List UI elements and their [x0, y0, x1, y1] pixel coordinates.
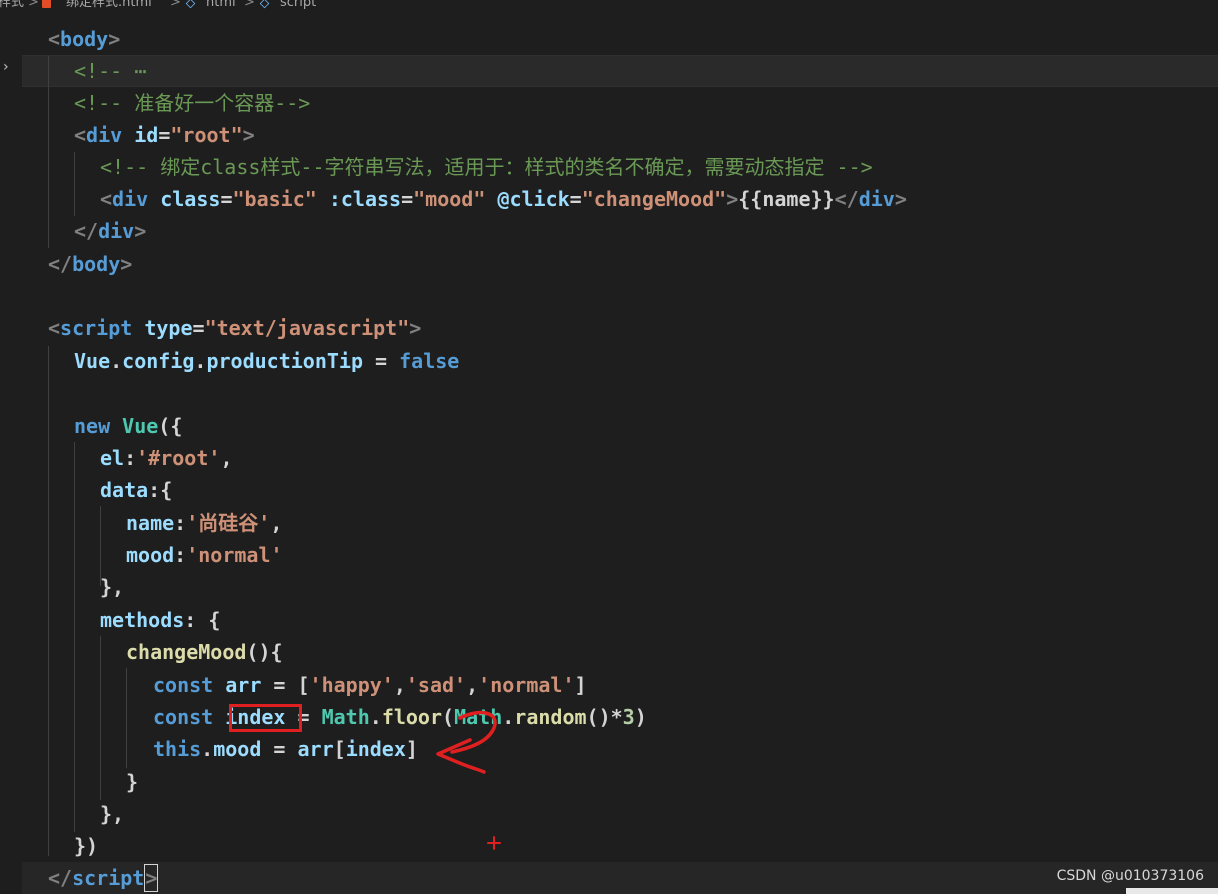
indent-guide	[74, 152, 75, 216]
punctuation: },	[100, 575, 125, 599]
breadcrumb-separator: >	[170, 0, 181, 10]
string-literal: 'normal'	[478, 673, 575, 697]
string-literal: '#root'	[136, 446, 221, 470]
breadcrumb: 样式 > 绑定样式.html > html > script	[0, 0, 1218, 18]
identifier: index	[225, 705, 286, 729]
attr-name: class	[160, 187, 221, 211]
keyword: new	[74, 414, 123, 438]
property-key: methods	[100, 608, 185, 632]
code-line: const index = Math.floor(Math.random()*3…	[153, 705, 647, 729]
breadcrumb-item-script[interactable]: script	[280, 0, 316, 9]
code-line: Vue.config.productionTip = false	[74, 349, 460, 373]
punctuation: },	[100, 802, 125, 826]
code-line: <div id="root">	[74, 123, 255, 147]
code-line: <body>	[48, 27, 121, 51]
breadcrumb-separator: >	[28, 0, 39, 10]
punctuation: })	[74, 834, 99, 858]
fold-chevron-right-icon[interactable]: ›	[3, 59, 9, 75]
identifier: arr	[297, 737, 334, 761]
attr-name: type	[144, 316, 193, 340]
attr-value: "text/javascript"	[204, 316, 410, 340]
code-line: const arr = ['happy','sad','normal']	[153, 673, 587, 697]
indent-guide	[74, 442, 75, 832]
attr-name: @click	[497, 187, 570, 211]
code-line: mood:'normal'	[126, 543, 283, 567]
code-line: this.mood = arr[index]	[153, 737, 418, 761]
breadcrumb-item-folder[interactable]: 样式	[0, 0, 24, 9]
property-key: name	[126, 511, 175, 535]
punctuation: }	[126, 770, 139, 794]
code-line: <!-- ⋯	[74, 55, 146, 87]
code-line: </script>	[48, 864, 159, 892]
keyword: this	[153, 737, 202, 761]
class-name: Math	[321, 705, 370, 729]
indent-guide	[48, 56, 49, 248]
string-literal: '尚硅谷'	[186, 511, 271, 535]
string-literal: 'normal'	[186, 543, 283, 567]
comment-text: <!-- 绑定class样式--字符串写法，适用于：样式的类名不确定，需要动态指…	[100, 155, 873, 179]
indent-guide	[126, 668, 127, 768]
indent-guide	[48, 346, 49, 856]
identifier: config	[122, 349, 195, 373]
attr-name: id	[134, 123, 159, 147]
attr-value: "changeMood"	[581, 187, 727, 211]
breadcrumb-item-file[interactable]: 绑定样式.html	[66, 0, 152, 9]
keyword: false	[399, 349, 460, 373]
mustache-text: {{name}}	[738, 187, 835, 211]
code-line: <!-- 准备好一个容器-->	[74, 87, 310, 119]
class-name: Vue	[122, 414, 159, 438]
code-line: },	[100, 571, 124, 603]
number-literal: 3	[622, 705, 635, 729]
element-cube-icon	[185, 0, 196, 9]
indent-guide	[100, 636, 101, 800]
code-line: })	[74, 830, 98, 862]
folded-ellipsis[interactable]: ⋯	[134, 59, 146, 83]
function-name: changeMood	[126, 640, 247, 664]
identifier: productionTip	[206, 349, 364, 373]
property-key: el	[100, 446, 125, 470]
keyword: const	[153, 705, 226, 729]
attr-value: "mood"	[413, 187, 486, 211]
punctuation: ({	[158, 414, 183, 438]
code-line: }	[126, 766, 138, 798]
property-key: mood	[126, 543, 175, 567]
code-line: <!-- 绑定class样式--字符串写法，适用于：样式的类名不确定，需要动态指…	[100, 151, 873, 183]
corner-strip	[1126, 888, 1218, 894]
breadcrumb-separator: >	[244, 0, 255, 10]
code-line: el:'#root',	[100, 446, 233, 470]
comment-start: <!--	[74, 59, 135, 83]
function-name: random	[514, 705, 587, 729]
identifier: mood	[213, 737, 262, 761]
code-line: changeMood(){	[126, 640, 283, 664]
string-literal: 'happy'	[309, 673, 394, 697]
code-line: methods: {	[100, 608, 221, 632]
code-line: </div>	[74, 219, 147, 243]
string-literal: 'sad'	[405, 673, 467, 697]
identifier: index	[345, 737, 406, 761]
code-line: <script type="text/javascript">	[48, 316, 422, 340]
identifier: arr	[225, 673, 262, 697]
element-cube-icon	[259, 0, 270, 9]
code-line: data:{	[100, 478, 173, 502]
code-line: <div class="basic" :class="mood" @click=…	[100, 187, 907, 211]
attr-name: :class	[328, 187, 402, 211]
editor-gutter	[0, 18, 22, 894]
code-line: new Vue({	[74, 410, 182, 442]
identifier: Vue	[74, 349, 111, 373]
attr-value: "root"	[170, 123, 243, 147]
code-line: },	[100, 798, 124, 830]
attr-value: "basic"	[232, 187, 317, 211]
keyword: const	[153, 673, 226, 697]
comment-text: <!-- 准备好一个容器-->	[74, 91, 311, 115]
class-name: Math	[454, 705, 503, 729]
current-line-highlight	[22, 55, 1218, 87]
property-key: data	[100, 478, 149, 502]
breadcrumb-item-html[interactable]: html	[206, 0, 236, 9]
function-name: floor	[381, 705, 443, 729]
watermark: CSDN @u010373106	[1056, 868, 1204, 884]
last-line-highlight	[22, 862, 1218, 894]
code-line: name:'尚硅谷',	[126, 511, 283, 535]
code-line: </body>	[48, 252, 133, 276]
html-file-icon	[42, 0, 51, 8]
